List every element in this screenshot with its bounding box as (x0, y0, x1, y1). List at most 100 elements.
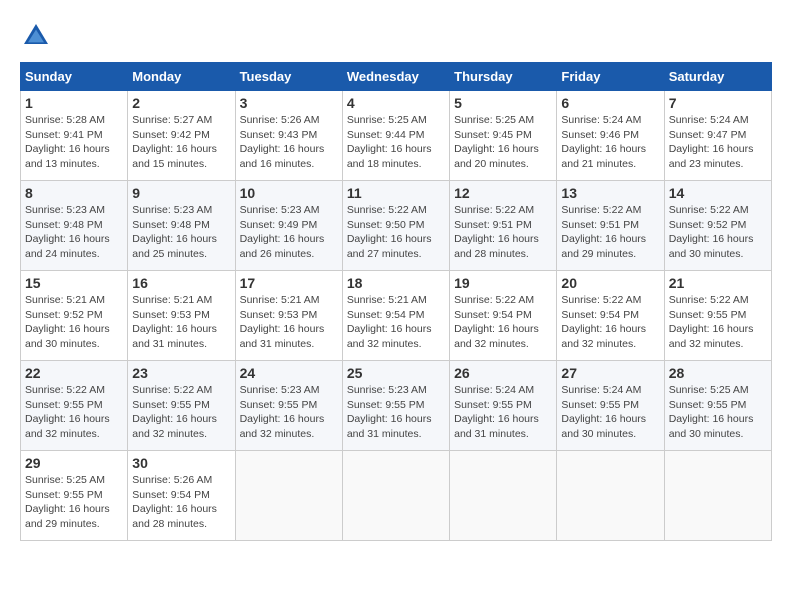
day-number: 21 (669, 275, 767, 291)
day-info: Sunrise: 5:23 AM Sunset: 9:49 PM Dayligh… (240, 203, 338, 262)
day-number: 8 (25, 185, 123, 201)
calendar-cell: 20 Sunrise: 5:22 AM Sunset: 9:54 PM Dayl… (557, 271, 664, 361)
calendar-cell: 4 Sunrise: 5:25 AM Sunset: 9:44 PM Dayli… (342, 91, 449, 181)
day-number: 20 (561, 275, 659, 291)
day-info: Sunrise: 5:22 AM Sunset: 9:51 PM Dayligh… (561, 203, 659, 262)
day-info: Sunrise: 5:22 AM Sunset: 9:52 PM Dayligh… (669, 203, 767, 262)
calendar-week-5: 29 Sunrise: 5:25 AM Sunset: 9:55 PM Dayl… (21, 451, 772, 541)
calendar-week-1: 1 Sunrise: 5:28 AM Sunset: 9:41 PM Dayli… (21, 91, 772, 181)
day-number: 13 (561, 185, 659, 201)
day-number: 12 (454, 185, 552, 201)
calendar-cell: 3 Sunrise: 5:26 AM Sunset: 9:43 PM Dayli… (235, 91, 342, 181)
day-number: 10 (240, 185, 338, 201)
day-info: Sunrise: 5:23 AM Sunset: 9:48 PM Dayligh… (132, 203, 230, 262)
calendar-cell: 19 Sunrise: 5:22 AM Sunset: 9:54 PM Dayl… (450, 271, 557, 361)
calendar-cell (664, 451, 771, 541)
day-number: 28 (669, 365, 767, 381)
day-info: Sunrise: 5:25 AM Sunset: 9:45 PM Dayligh… (454, 113, 552, 172)
day-info: Sunrise: 5:22 AM Sunset: 9:55 PM Dayligh… (669, 293, 767, 352)
day-number: 25 (347, 365, 445, 381)
col-header-sunday: Sunday (21, 63, 128, 91)
calendar-cell: 16 Sunrise: 5:21 AM Sunset: 9:53 PM Dayl… (128, 271, 235, 361)
day-info: Sunrise: 5:22 AM Sunset: 9:55 PM Dayligh… (132, 383, 230, 442)
day-info: Sunrise: 5:28 AM Sunset: 9:41 PM Dayligh… (25, 113, 123, 172)
day-info: Sunrise: 5:25 AM Sunset: 9:55 PM Dayligh… (669, 383, 767, 442)
calendar-cell: 10 Sunrise: 5:23 AM Sunset: 9:49 PM Dayl… (235, 181, 342, 271)
day-info: Sunrise: 5:22 AM Sunset: 9:55 PM Dayligh… (25, 383, 123, 442)
calendar-cell: 29 Sunrise: 5:25 AM Sunset: 9:55 PM Dayl… (21, 451, 128, 541)
calendar-week-4: 22 Sunrise: 5:22 AM Sunset: 9:55 PM Dayl… (21, 361, 772, 451)
day-info: Sunrise: 5:21 AM Sunset: 9:52 PM Dayligh… (25, 293, 123, 352)
logo-icon (20, 20, 52, 52)
day-number: 23 (132, 365, 230, 381)
col-header-friday: Friday (557, 63, 664, 91)
day-number: 1 (25, 95, 123, 111)
day-number: 7 (669, 95, 767, 111)
day-info: Sunrise: 5:21 AM Sunset: 9:53 PM Dayligh… (240, 293, 338, 352)
day-info: Sunrise: 5:26 AM Sunset: 9:54 PM Dayligh… (132, 473, 230, 532)
day-number: 30 (132, 455, 230, 471)
day-number: 22 (25, 365, 123, 381)
col-header-wednesday: Wednesday (342, 63, 449, 91)
calendar-cell: 27 Sunrise: 5:24 AM Sunset: 9:55 PM Dayl… (557, 361, 664, 451)
logo (20, 20, 56, 52)
day-info: Sunrise: 5:24 AM Sunset: 9:47 PM Dayligh… (669, 113, 767, 172)
calendar-cell: 8 Sunrise: 5:23 AM Sunset: 9:48 PM Dayli… (21, 181, 128, 271)
day-info: Sunrise: 5:25 AM Sunset: 9:55 PM Dayligh… (25, 473, 123, 532)
day-number: 4 (347, 95, 445, 111)
calendar-cell: 25 Sunrise: 5:23 AM Sunset: 9:55 PM Dayl… (342, 361, 449, 451)
day-number: 9 (132, 185, 230, 201)
page-header (20, 20, 772, 52)
calendar-cell: 23 Sunrise: 5:22 AM Sunset: 9:55 PM Dayl… (128, 361, 235, 451)
calendar-cell: 14 Sunrise: 5:22 AM Sunset: 9:52 PM Dayl… (664, 181, 771, 271)
day-number: 15 (25, 275, 123, 291)
calendar-week-3: 15 Sunrise: 5:21 AM Sunset: 9:52 PM Dayl… (21, 271, 772, 361)
day-info: Sunrise: 5:25 AM Sunset: 9:44 PM Dayligh… (347, 113, 445, 172)
day-info: Sunrise: 5:26 AM Sunset: 9:43 PM Dayligh… (240, 113, 338, 172)
calendar-week-2: 8 Sunrise: 5:23 AM Sunset: 9:48 PM Dayli… (21, 181, 772, 271)
day-number: 16 (132, 275, 230, 291)
day-number: 29 (25, 455, 123, 471)
day-info: Sunrise: 5:22 AM Sunset: 9:51 PM Dayligh… (454, 203, 552, 262)
calendar-cell: 7 Sunrise: 5:24 AM Sunset: 9:47 PM Dayli… (664, 91, 771, 181)
calendar-cell: 30 Sunrise: 5:26 AM Sunset: 9:54 PM Dayl… (128, 451, 235, 541)
day-number: 14 (669, 185, 767, 201)
day-number: 6 (561, 95, 659, 111)
col-header-monday: Monday (128, 63, 235, 91)
day-number: 3 (240, 95, 338, 111)
calendar-cell: 15 Sunrise: 5:21 AM Sunset: 9:52 PM Dayl… (21, 271, 128, 361)
calendar-table: SundayMondayTuesdayWednesdayThursdayFrid… (20, 62, 772, 541)
day-number: 24 (240, 365, 338, 381)
calendar-cell: 28 Sunrise: 5:25 AM Sunset: 9:55 PM Dayl… (664, 361, 771, 451)
calendar-cell (235, 451, 342, 541)
day-info: Sunrise: 5:23 AM Sunset: 9:55 PM Dayligh… (347, 383, 445, 442)
day-info: Sunrise: 5:23 AM Sunset: 9:48 PM Dayligh… (25, 203, 123, 262)
col-header-tuesday: Tuesday (235, 63, 342, 91)
day-info: Sunrise: 5:27 AM Sunset: 9:42 PM Dayligh… (132, 113, 230, 172)
day-info: Sunrise: 5:21 AM Sunset: 9:54 PM Dayligh… (347, 293, 445, 352)
day-info: Sunrise: 5:23 AM Sunset: 9:55 PM Dayligh… (240, 383, 338, 442)
calendar-cell (342, 451, 449, 541)
day-number: 18 (347, 275, 445, 291)
day-info: Sunrise: 5:22 AM Sunset: 9:54 PM Dayligh… (561, 293, 659, 352)
calendar-cell (557, 451, 664, 541)
calendar-cell: 24 Sunrise: 5:23 AM Sunset: 9:55 PM Dayl… (235, 361, 342, 451)
calendar-cell: 1 Sunrise: 5:28 AM Sunset: 9:41 PM Dayli… (21, 91, 128, 181)
day-number: 17 (240, 275, 338, 291)
calendar-cell: 9 Sunrise: 5:23 AM Sunset: 9:48 PM Dayli… (128, 181, 235, 271)
day-number: 19 (454, 275, 552, 291)
day-number: 5 (454, 95, 552, 111)
calendar-cell: 26 Sunrise: 5:24 AM Sunset: 9:55 PM Dayl… (450, 361, 557, 451)
calendar-cell: 6 Sunrise: 5:24 AM Sunset: 9:46 PM Dayli… (557, 91, 664, 181)
col-header-thursday: Thursday (450, 63, 557, 91)
calendar-cell: 18 Sunrise: 5:21 AM Sunset: 9:54 PM Dayl… (342, 271, 449, 361)
day-number: 26 (454, 365, 552, 381)
day-info: Sunrise: 5:24 AM Sunset: 9:55 PM Dayligh… (561, 383, 659, 442)
day-info: Sunrise: 5:24 AM Sunset: 9:55 PM Dayligh… (454, 383, 552, 442)
col-header-saturday: Saturday (664, 63, 771, 91)
calendar-header-row: SundayMondayTuesdayWednesdayThursdayFrid… (21, 63, 772, 91)
day-number: 2 (132, 95, 230, 111)
day-number: 27 (561, 365, 659, 381)
day-info: Sunrise: 5:21 AM Sunset: 9:53 PM Dayligh… (132, 293, 230, 352)
calendar-cell: 21 Sunrise: 5:22 AM Sunset: 9:55 PM Dayl… (664, 271, 771, 361)
